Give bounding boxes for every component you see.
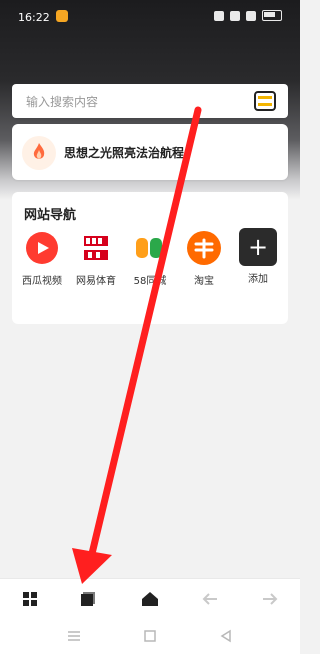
back-arrow-icon[interactable] [200,589,220,609]
browser-bottom-nav [0,578,300,619]
home-icon[interactable] [140,589,160,609]
nav-item-netease-sports[interactable]: 网易体育 [70,228,122,287]
news-card[interactable]: 思想之光照亮法治航程 [12,124,288,180]
nav-label: 添加 [248,274,268,285]
site-navigation-panel: 网站导航 西瓜视频 网易体育 58同城 淘宝 + 添加 [12,192,288,324]
forward-arrow-icon[interactable] [260,589,280,609]
nav-label: 淘宝 [194,276,214,287]
status-time: 16:22 [18,11,50,24]
add-icon[interactable]: + [239,228,277,266]
alarm-icon [214,10,224,21]
nav-label: 西瓜视频 [22,276,62,287]
xigua-video-icon [22,228,62,268]
site-navigation-title: 网站导航 [24,208,77,223]
search-input[interactable] [24,91,248,113]
search-bar[interactable] [12,84,288,118]
news-title: 思想之光照亮法治航程 [64,146,185,160]
taobao-icon [184,228,224,268]
status-bar: 16:22 [0,0,300,36]
nav-item-58-tongcheng[interactable]: 58同城 [124,228,176,287]
58-tongcheng-icon [130,228,170,268]
app-notification-icon [56,10,68,22]
fire-icon [22,136,56,170]
nav-label: 58同城 [133,276,167,287]
triangle-back-icon[interactable] [218,628,234,644]
signal-icon [246,10,256,21]
nav-item-taobao[interactable]: 淘宝 [178,228,230,287]
netease-sports-icon [76,228,116,268]
grid-icon[interactable] [20,589,40,609]
nav-item-xigua-video[interactable]: 西瓜视频 [16,228,68,287]
system-navigation-bar [0,618,300,654]
tabs-icon[interactable] [78,589,98,609]
wifi-icon [230,10,240,21]
nav-label: 网易体育 [76,276,116,287]
status-icons [214,10,282,21]
scan-icon[interactable] [254,91,276,111]
nav-item-add[interactable]: + 添加 [232,228,284,287]
square-icon[interactable] [142,628,158,644]
battery-icon [262,10,282,21]
menu-icon[interactable] [66,628,82,644]
